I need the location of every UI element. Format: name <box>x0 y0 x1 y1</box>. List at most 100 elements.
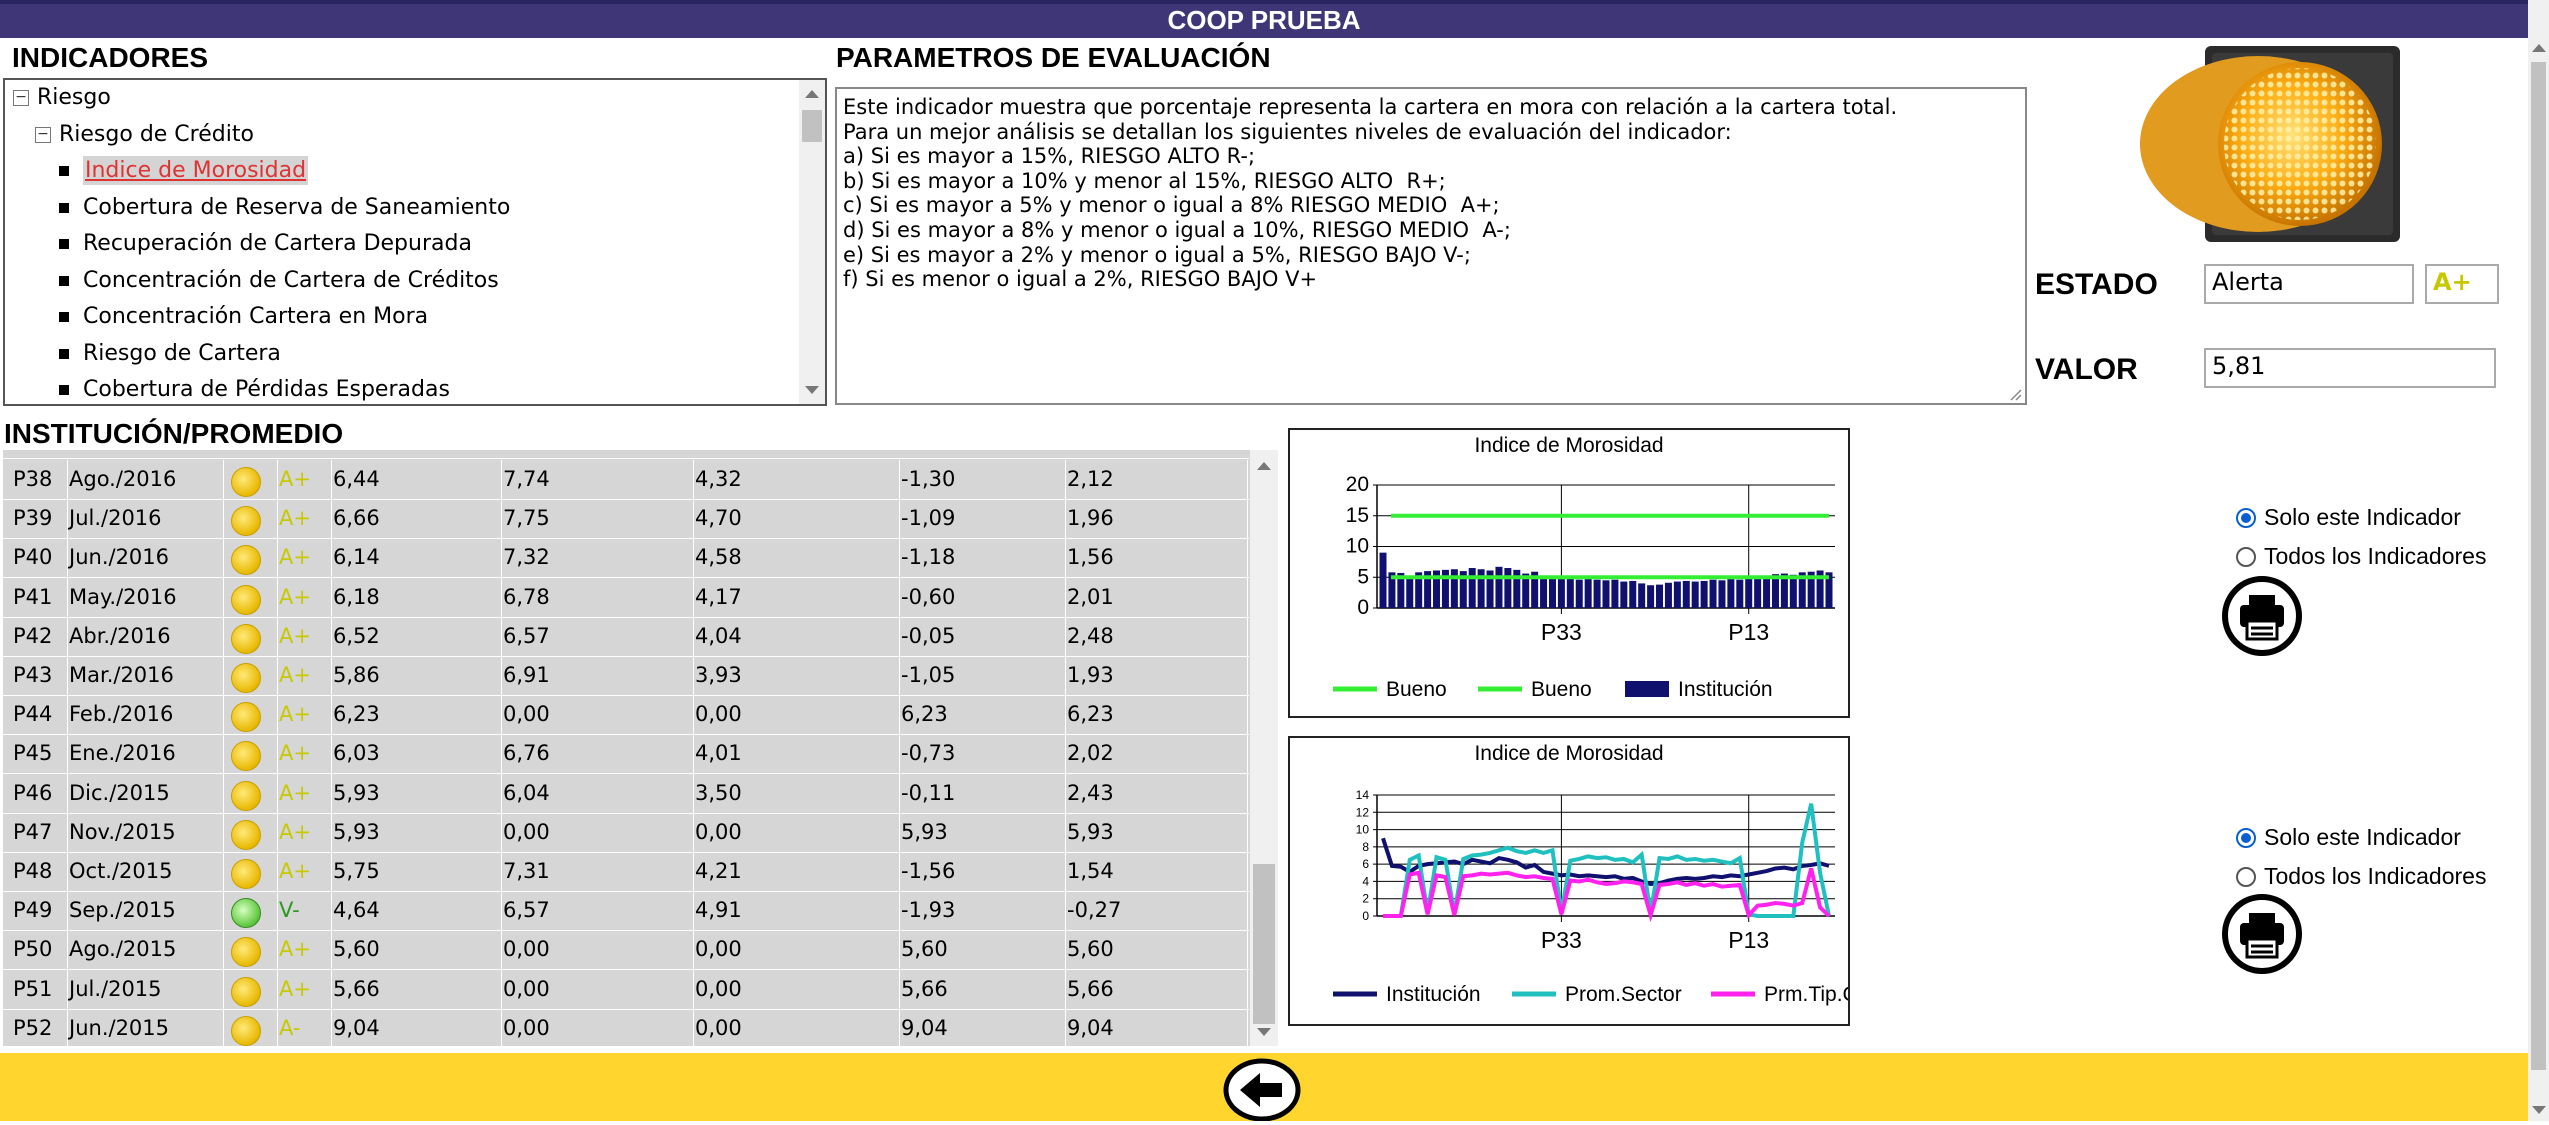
cell-v2: 7,31 <box>497 852 694 891</box>
page-scroll-down-icon[interactable] <box>2532 1106 2546 1114</box>
yellow-status-icon <box>231 819 261 850</box>
tree-node[interactable]: Cobertura de Reserva de Saneamiento <box>59 195 510 220</box>
cell-v5: 2,48 <box>1061 616 1248 656</box>
bar-institucion <box>1664 582 1672 608</box>
status-cell <box>219 734 278 774</box>
tree-node[interactable]: Cobertura de Pérdidas Esperadas <box>59 377 450 402</box>
valor-field[interactable]: 5,81 <box>2204 348 2496 388</box>
parameter-line: b) Si es mayor a 10% y menor al 15%, RIE… <box>843 168 1446 193</box>
cell-v1: 6,18 <box>327 577 502 617</box>
legend-swatch <box>1625 681 1669 697</box>
legend-label: Institución <box>1386 983 1481 1006</box>
table-row[interactable]: P50 Ago./2015 A+ 5,60 0,00 0,00 5,60 5,60 <box>3 930 1249 971</box>
table-row[interactable]: P51 Jul./2015 A+ 5,66 0,00 0,00 5,66 5,66 <box>3 969 1249 1010</box>
table-scrollbar[interactable] <box>1250 450 1278 1046</box>
page-scroll-thumb[interactable] <box>2531 62 2546 1070</box>
table-row[interactable]: P43 Mar./2016 A+ 5,86 6,91 3,93 -1,05 1,93 <box>3 656 1249 696</box>
cell-v4: 5,60 <box>895 930 1066 970</box>
tree-node[interactable]: Riesgo de Cartera <box>59 341 281 366</box>
cell-v1: 5,66 <box>327 969 502 1009</box>
app-title: COOP PRUEBA <box>1167 5 1361 35</box>
print-button-2[interactable] <box>2221 893 2303 979</box>
yellow-status-icon <box>231 976 261 1007</box>
tree-node[interactable]: Concentración Cartera en Mora <box>59 304 428 329</box>
status-cell <box>219 812 278 852</box>
table-row[interactable]: P47 Nov./2015 A+ 5,93 0,00 0,00 5,93 5,93 <box>3 812 1249 853</box>
tree-node[interactable]: − Riesgo <box>13 85 111 110</box>
option-solo-1[interactable]: Solo este Indicador <box>2236 504 2461 531</box>
indicator-tree[interactable]: − Riesgo − Riesgo de Crédito Indice de Moros… <box>3 78 827 406</box>
page-scroll-up-icon[interactable] <box>2532 44 2546 52</box>
tree-scroll-down-icon[interactable] <box>805 386 819 394</box>
cell-v2: 6,91 <box>497 656 694 695</box>
bar-institucion <box>1584 579 1592 608</box>
collapse-icon[interactable]: − <box>35 126 51 143</box>
scroll-down-icon[interactable] <box>1257 1028 1271 1036</box>
cell-fecha: Ago./2016 <box>63 460 224 499</box>
yellow-status-icon <box>231 780 261 811</box>
table-row[interactable]: P41 May./2016 A+ 6,18 6,78 4,17 -0,60 2,01 <box>3 577 1249 618</box>
bar-institucion <box>1736 579 1744 608</box>
cell-v5: 5,66 <box>1061 969 1248 1009</box>
radio-todos-1-icon[interactable] <box>2236 546 2256 567</box>
cell-v5: 1,56 <box>1061 538 1248 578</box>
option-solo-2[interactable]: Solo este Indicador <box>2236 824 2461 851</box>
tree-scroll-thumb[interactable] <box>802 110 822 142</box>
option-solo-1-label: Solo este Indicador <box>2264 504 2461 530</box>
tree-node[interactable]: Recuperación de Cartera Depurada <box>59 231 472 256</box>
tree-node[interactable]: − Riesgo de Crédito <box>35 122 254 147</box>
cell-p: P47 <box>7 812 68 852</box>
radio-solo-2-icon[interactable] <box>2236 827 2256 848</box>
cell-grade: A- <box>273 1008 332 1046</box>
table-row[interactable]: P42 Abr./2016 A+ 6,52 6,57 4,04 -0,05 2,48 <box>3 616 1249 657</box>
table-row[interactable]: P40 Jun./2016 A+ 6,14 7,32 4,58 -1,18 1,56 <box>3 538 1249 579</box>
radio-solo-1-icon[interactable] <box>2236 507 2256 528</box>
radio-todos-2-icon[interactable] <box>2236 866 2256 887</box>
institucion-table[interactable]: P38 Ago./2016 A+ 6,44 7,74 4,32 -1,30 2,12 P39 Ju… <box>3 450 1253 1046</box>
legend-label: Bueno <box>1531 678 1592 701</box>
table-row[interactable]: P38 Ago./2016 A+ 6,44 7,74 4,32 -1,30 2,12 <box>3 460 1249 500</box>
evaluation-parameters-textarea[interactable]: Este indicador muestra que porcentaje re… <box>835 87 2027 405</box>
bar-institucion <box>1450 569 1458 608</box>
resize-grip-icon[interactable] <box>2008 386 2022 401</box>
table-row[interactable]: P45 Ene./2016 A+ 6,03 6,76 4,01 -0,73 2,02 <box>3 734 1249 775</box>
table-row[interactable]: P52 Jun./2015 A- 9,04 0,00 0,00 9,04 9,04 <box>3 1008 1249 1046</box>
tree-scrollbar[interactable] <box>799 80 825 404</box>
table-row[interactable]: P49 Sep./2015 V- 4,64 6,57 4,91 -1,93 -0,27 <box>3 891 1249 932</box>
cell-v2: 7,74 <box>497 460 694 499</box>
table-row[interactable]: P39 Jul./2016 A+ 6,66 7,75 4,70 -1,09 1,96 <box>3 499 1249 540</box>
cell-p: P51 <box>7 969 68 1009</box>
cell-v5: 9,04 <box>1061 1008 1248 1046</box>
yellow-status-icon <box>231 741 261 772</box>
cell-fecha: Jun./2015 <box>63 1008 224 1046</box>
cell-v5: 5,93 <box>1061 812 1248 852</box>
cell-v1: 5,86 <box>327 656 502 695</box>
table-row[interactable]: P46 Dic./2015 A+ 5,93 6,04 3,50 -0,11 2,43 <box>3 773 1249 814</box>
cell-p: P52 <box>7 1008 68 1046</box>
back-button[interactable] <box>1222 1057 1302 1125</box>
cell-grade: A+ <box>273 734 332 774</box>
bar-institucion <box>1754 577 1762 608</box>
yellow-status-icon <box>231 702 261 733</box>
tree-node[interactable]: Indice de Morosidad <box>59 156 309 185</box>
estado-grade-field[interactable]: A+ <box>2425 264 2499 304</box>
cell-grade: A+ <box>273 969 332 1009</box>
option-todos-2[interactable]: Todos los Indicadores <box>2236 863 2486 890</box>
cell-p: P40 <box>7 538 68 578</box>
scroll-up-icon[interactable] <box>1257 462 1271 470</box>
print-button-1[interactable] <box>2221 575 2303 661</box>
bar-institucion <box>1700 580 1708 608</box>
table-row[interactable]: P48 Oct./2015 A+ 5,75 7,31 4,21 -1,56 1,54 <box>3 852 1249 892</box>
bar-institucion <box>1495 566 1503 608</box>
tree-node[interactable]: Concentración de Cartera de Créditos <box>59 268 499 293</box>
legend-label: Institución <box>1678 678 1773 701</box>
table-row[interactable]: P44 Feb./2016 A+ 6,23 0,00 0,00 6,23 6,23 <box>3 695 1249 736</box>
page-scrollbar[interactable] <box>2528 0 2549 1121</box>
table-scroll-thumb[interactable] <box>1253 864 1275 1024</box>
bar-institucion <box>1718 580 1726 608</box>
option-todos-1[interactable]: Todos los Indicadores <box>2236 543 2486 570</box>
estado-field[interactable]: Alerta <box>2204 264 2414 304</box>
y-tick-label: 10 <box>1346 535 1369 558</box>
collapse-icon[interactable]: − <box>13 90 29 106</box>
tree-scroll-up-icon[interactable] <box>805 90 819 98</box>
